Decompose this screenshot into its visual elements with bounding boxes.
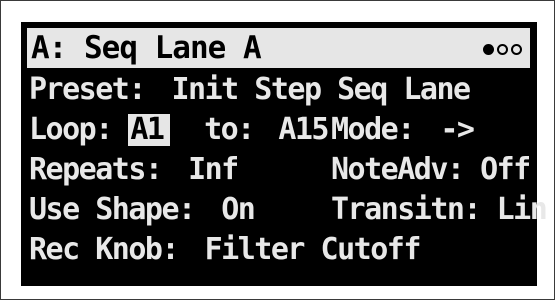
note-adv-field[interactable]: NoteAdv: Off <box>331 150 531 190</box>
rec-knob-label: Rec Knob: <box>29 232 180 267</box>
use-shape-field[interactable]: Use Shape: On <box>29 190 256 230</box>
preset-row[interactable]: Preset: Init Step Seq Lane <box>29 70 529 110</box>
repeats-field[interactable]: Repeats: Inf <box>29 150 239 190</box>
page-dot-3 <box>511 43 522 55</box>
transition-label: Transitn: <box>331 192 482 227</box>
repeats-row: Repeats: Inf NoteAdv: Off <box>29 150 531 190</box>
loop-to-label: to: <box>204 112 255 147</box>
repeats-value[interactable]: Inf <box>188 150 239 190</box>
title-bar: A: Seq Lane A <box>27 28 530 68</box>
loop-row: Loop: A1 to: A15 Mode: -> <box>29 110 529 150</box>
use-shape-label: Use Shape: <box>29 192 196 227</box>
repeats-label: Repeats: <box>29 152 163 187</box>
page-indicator <box>483 42 522 56</box>
preset-label: Preset: <box>29 72 146 107</box>
transition-field[interactable]: Transitn: Lin <box>331 190 548 230</box>
mode-label: Mode: <box>331 112 415 147</box>
use-shape-value[interactable]: On <box>221 190 256 230</box>
transition-value[interactable]: Lin <box>497 190 548 230</box>
rec-knob-row[interactable]: Rec Knob: Filter Cutoff <box>29 230 529 270</box>
loop-label: Loop: <box>29 112 113 147</box>
rec-knob-value[interactable]: Filter Cutoff <box>205 230 422 270</box>
display-frame: A: Seq Lane A Preset: Init Step Seq Lane… <box>0 0 555 300</box>
note-adv-value[interactable]: Off <box>480 150 531 190</box>
page-dot-2 <box>497 43 508 55</box>
preset-value[interactable]: Init Step Seq Lane <box>172 70 472 110</box>
page-title: A: Seq Lane A <box>31 30 262 66</box>
note-adv-label: NoteAdv: <box>331 152 465 187</box>
use-shape-row: Use Shape: On Transitn: Lin <box>29 190 548 230</box>
loop-start-field[interactable]: A1 <box>128 114 170 146</box>
oled-screen: A: Seq Lane A Preset: Init Step Seq Lane… <box>21 22 548 286</box>
mode-value[interactable]: -> <box>440 110 475 150</box>
page-dot-1-active <box>483 43 494 55</box>
mode-field[interactable]: Mode: -> <box>331 110 475 150</box>
loop-end-field[interactable]: A15 <box>278 110 329 150</box>
